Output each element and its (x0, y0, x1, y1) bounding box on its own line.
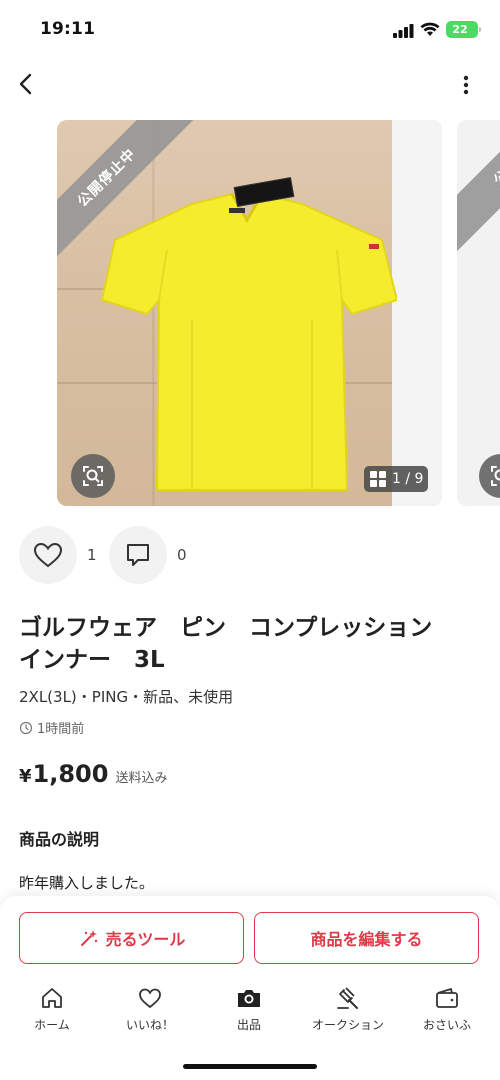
zoom-button-next[interactable] (479, 454, 500, 498)
description-heading: 商品の説明 (19, 830, 100, 849)
heart-icon (139, 988, 161, 1009)
sell-tool-label: 売るツール (105, 930, 186, 949)
item-price: 1,800 (32, 760, 109, 788)
like-count: 1 (87, 546, 97, 564)
comment-button[interactable] (109, 526, 167, 584)
zoom-button[interactable] (71, 454, 115, 498)
photo-counter: 1 / 9 (364, 466, 428, 492)
posted-time-text: 1時間前 (37, 722, 85, 737)
grid-icon (370, 471, 386, 487)
wifi-icon (420, 22, 440, 36)
home-indicator[interactable] (183, 1064, 317, 1069)
currency-symbol: ¥ (19, 766, 32, 787)
camera-icon (238, 990, 260, 1007)
price-row: ¥ 1,800 送料込み (19, 760, 167, 788)
tab-auction[interactable]: オークション (298, 984, 398, 1040)
bottom-tab-bar: ホーム いいね！ 出品 オークション おさいふ (0, 984, 500, 1040)
description-body: 昨年購入しました。 (19, 874, 155, 892)
status-bar: 19:11 22 (0, 0, 500, 56)
comment-count: 0 (177, 546, 187, 564)
status-time: 19:11 (40, 19, 96, 39)
tab-home-label: ホーム (34, 1018, 70, 1032)
battery-level: 22 (452, 23, 468, 36)
edit-item-label: 商品を編集する (310, 930, 423, 949)
image-carousel[interactable]: 公開停止中 1 / 9 公 (0, 120, 500, 508)
tab-wallet-label: おさいふ (422, 1018, 471, 1032)
item-title: ゴルフウェア ピン コンプレッション インナー 3L (19, 615, 433, 673)
edit-item-button[interactable]: 商品を編集する (254, 912, 479, 964)
tab-wallet[interactable]: おさいふ (397, 984, 497, 1040)
magic-wand-icon (80, 930, 97, 946)
wall-edge (392, 120, 442, 506)
home-icon (42, 988, 62, 1008)
gavel-icon (337, 987, 358, 1009)
like-button[interactable] (19, 526, 77, 584)
tab-likes[interactable]: いいね！ (100, 984, 200, 1040)
back-icon[interactable] (12, 70, 40, 98)
zoom-scan-icon (491, 466, 500, 486)
battery-cap (479, 27, 481, 32)
yellow-shirt-image (100, 192, 397, 491)
more-options-icon[interactable] (454, 70, 478, 98)
sell-tool-button[interactable]: 売るツール (19, 912, 244, 964)
wallet-icon (436, 988, 458, 1008)
next-product-photo[interactable]: 公 (457, 120, 500, 506)
product-photo[interactable]: 公開停止中 1 / 9 (57, 120, 442, 506)
bottom-action-panel: 売るツール 商品を編集する ホーム いいね！ 出品 オークション おさいふ (0, 896, 500, 1080)
posted-time: 1時間前 (19, 718, 84, 737)
tab-sell[interactable]: 出品 (199, 984, 299, 1040)
comment-icon (127, 544, 149, 566)
zoom-scan-icon (83, 466, 103, 486)
tab-auction-label: オークション (311, 1018, 384, 1032)
clock-icon (19, 721, 33, 734)
shipping-note: 送料込み (115, 771, 168, 786)
photo-counter-text: 1 / 9 (392, 471, 424, 487)
tab-likes-label: いいね！ (125, 1018, 174, 1032)
tab-home[interactable]: ホーム (2, 984, 102, 1040)
battery-indicator: 22 (446, 21, 481, 38)
item-meta: 2XL(3L)・PING・新品、未使用 (19, 688, 234, 706)
tab-sell-label: 出品 (236, 1018, 261, 1032)
signal-icon (393, 24, 414, 38)
heart-icon (33, 542, 63, 568)
